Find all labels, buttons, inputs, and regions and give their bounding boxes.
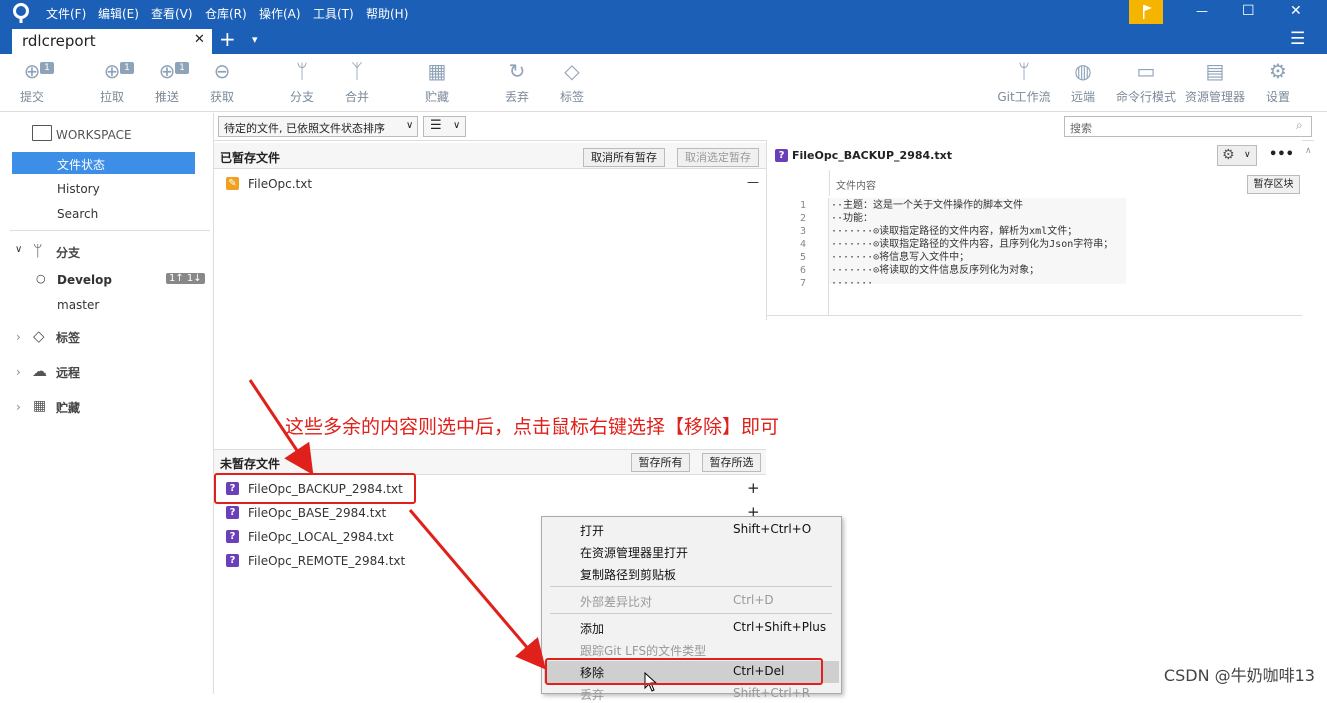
annotation-text: 这些多余的内容则选中后，点击鼠标右键选择【移除】即可 <box>285 416 780 438</box>
annotation-arrow-to-remove <box>408 509 546 670</box>
watermark: CSDN @牛奶咖啡13 <box>1163 666 1315 685</box>
annotation-arrows <box>248 379 546 670</box>
